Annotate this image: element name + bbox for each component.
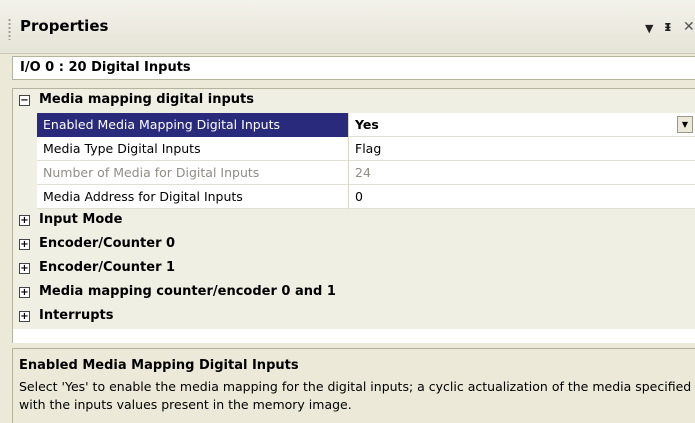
property-value[interactable]: Flag xyxy=(350,137,695,161)
properties-title-bar: Properties ▼ ᵻ ✕ xyxy=(0,0,695,54)
category-label: Encoder/Counter 1 xyxy=(39,260,176,275)
property-value: 24 xyxy=(355,165,371,180)
description-text: Select 'Yes' to enable the media mapping… xyxy=(19,379,692,412)
object-selector[interactable]: I/O 0 : 20 Digital Inputs xyxy=(12,56,695,80)
auto-hide-pin-icon[interactable]: ᵻ xyxy=(664,18,672,36)
category-input-mode[interactable]: + Input Mode xyxy=(13,209,695,233)
category-encoder-counter-0[interactable]: + Encoder/Counter 0 xyxy=(13,233,695,257)
category-label: Media mapping counter/encoder 0 and 1 xyxy=(39,284,336,299)
property-row-media-address[interactable]: Media Address for Digital Inputs 0 xyxy=(13,185,695,209)
expand-icon[interactable]: + xyxy=(19,239,30,250)
property-name[interactable]: Media Type Digital Inputs xyxy=(37,137,349,161)
panel-title: Properties xyxy=(20,17,109,35)
category-media-mapping-digital-inputs[interactable]: − Media mapping digital inputs xyxy=(13,89,695,113)
expand-icon[interactable]: + xyxy=(19,287,30,298)
expand-icon[interactable]: + xyxy=(19,215,30,226)
category-label: Encoder/Counter 0 xyxy=(39,236,176,251)
close-icon[interactable]: ✕ xyxy=(683,18,695,36)
description-pane: Enabled Media Mapping Digital Inputs Sel… xyxy=(12,348,695,423)
property-row-number-of-media[interactable]: Number of Media for Digital Inputs 24 xyxy=(13,161,695,185)
category-encoder-counter-1[interactable]: + Encoder/Counter 1 xyxy=(13,257,695,281)
category-interrupts[interactable]: + Interrupts xyxy=(13,305,695,329)
property-row-enabled-media-mapping[interactable]: Enabled Media Mapping Digital Inputs Yes… xyxy=(13,113,695,137)
property-row-media-type[interactable]: Media Type Digital Inputs Flag xyxy=(13,137,695,161)
dropdown-arrow-icon[interactable]: ▼ xyxy=(677,116,693,133)
property-name[interactable]: Enabled Media Mapping Digital Inputs xyxy=(37,113,349,137)
collapse-icon[interactable]: − xyxy=(19,95,30,106)
category-label: Input Mode xyxy=(39,212,123,227)
window-position-dropdown-icon[interactable]: ▼ xyxy=(645,20,653,38)
grip-handle-icon[interactable] xyxy=(8,18,11,40)
property-name[interactable]: Number of Media for Digital Inputs xyxy=(37,161,349,185)
property-value[interactable]: Yes xyxy=(355,117,379,132)
category-media-mapping-counter-encoder[interactable]: + Media mapping counter/encoder 0 and 1 xyxy=(13,281,695,305)
property-value-dropdown[interactable]: Yes ▼ xyxy=(350,113,695,137)
expand-icon[interactable]: + xyxy=(19,311,30,322)
property-grid: − Media mapping digital inputs Enabled M… xyxy=(12,88,695,343)
object-selector-label: I/O 0 : 20 Digital Inputs xyxy=(20,60,191,75)
description-title: Enabled Media Mapping Digital Inputs xyxy=(19,358,299,373)
expand-icon[interactable]: + xyxy=(19,263,30,274)
property-name[interactable]: Media Address for Digital Inputs xyxy=(37,185,349,209)
category-label: Interrupts xyxy=(39,308,114,323)
property-value[interactable]: 0 xyxy=(350,185,695,209)
category-label: Media mapping digital inputs xyxy=(39,92,255,107)
